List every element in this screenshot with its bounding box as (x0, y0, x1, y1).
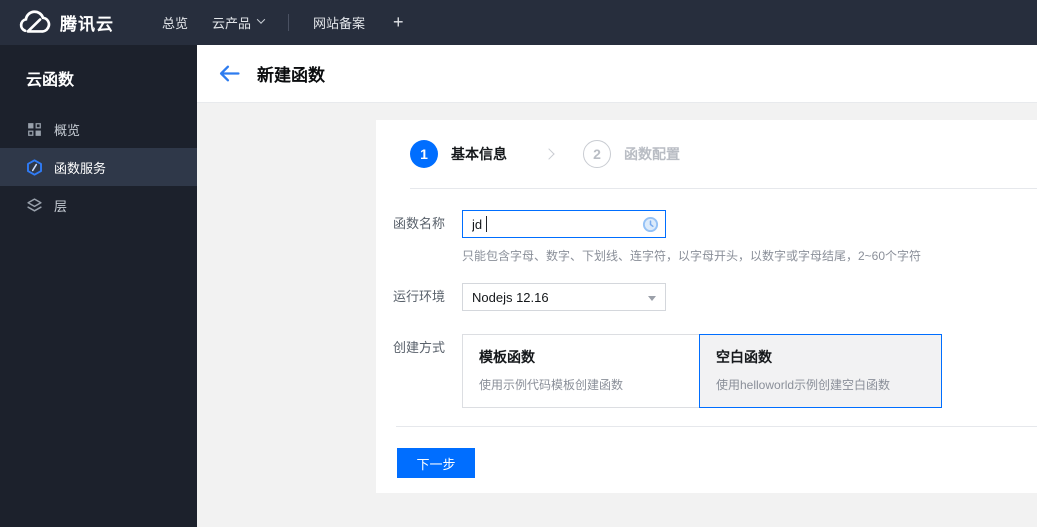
option-title: 模板函数 (479, 349, 535, 365)
topbar: 腾讯云 总览 云产品 网站备案 + (0, 0, 1037, 45)
step-1-label: 基本信息 (451, 146, 507, 162)
add-nav-tab-button[interactable]: + (393, 12, 404, 33)
runtime-label: 运行环境 (393, 289, 446, 304)
top-navigation: 总览 云产品 网站备案 + (150, 12, 404, 33)
creation-method-options: 模板函数 使用示例代码模板创建函数 空白函数 使用helloworld示例创建空… (462, 334, 942, 408)
create-function-card: 1 基本信息 2 函数配置 函数名称 jd 只能包含字母、数字、下划线、连字符，… (376, 120, 1037, 493)
next-step-button[interactable]: 下一步 (397, 448, 475, 478)
step-2-circle: 2 (583, 140, 611, 168)
sidebar-item-label: 函数服务 (54, 160, 107, 176)
chevron-right-icon (543, 148, 555, 160)
nav-overview[interactable]: 总览 (150, 13, 200, 32)
function-name-input-box (462, 210, 666, 238)
nav-divider (288, 14, 290, 31)
arrow-left-icon (219, 65, 240, 82)
layers-icon (27, 197, 42, 212)
function-name-help-text: 只能包含字母、数字、下划线、连字符，以字母开头，以数字或字母结尾，2~60个字符 (462, 249, 922, 263)
step-1-circle: 1 (410, 140, 438, 168)
tencent-cloud-icon (19, 9, 51, 33)
step-function-config: 2 函数配置 (583, 140, 680, 168)
step-2-label: 函数配置 (624, 146, 680, 162)
scf-hexagon-icon (27, 158, 42, 176)
text-cursor (486, 216, 487, 232)
runtime-selected-value: Nodejs 12.16 (472, 289, 549, 305)
back-button[interactable] (219, 64, 243, 84)
runtime-select[interactable]: Nodejs 12.16 (462, 283, 666, 311)
tencent-cloud-logo[interactable]: 腾讯云 (17, 9, 114, 36)
sidebar-item-layers[interactable]: 层 (0, 186, 197, 224)
option-blank-function[interactable]: 空白函数 使用helloworld示例创建空白函数 (699, 334, 942, 408)
sidebar-item-label: 层 (54, 198, 68, 214)
function-name-input[interactable] (463, 211, 633, 237)
chevron-down-icon (256, 15, 266, 24)
sidebar-title: 云函数 (26, 72, 75, 89)
content-area: 1 基本信息 2 函数配置 函数名称 jd 只能包含字母、数字、下划线、连字符，… (197, 103, 1037, 527)
sidebar-item-label: 概览 (54, 122, 81, 138)
step-basic-info: 1 基本信息 (410, 140, 507, 168)
function-name-label: 函数名称 (393, 216, 446, 231)
nav-cloud-products[interactable]: 云产品 (200, 13, 276, 32)
option-description: 使用示例代码模板创建函数 (479, 378, 624, 392)
page-header: 新建函数 (197, 45, 1037, 103)
step-indicator: 1 基本信息 2 函数配置 (376, 120, 1037, 188)
clock-validating-icon (642, 216, 659, 233)
logo-text: 腾讯云 (60, 15, 114, 34)
triangle-down-icon (648, 296, 656, 301)
page-title: 新建函数 (257, 66, 325, 85)
nav-website-beian[interactable]: 网站备案 (301, 13, 377, 32)
sidebar: 云函数 概览 函数服务 层 (0, 45, 197, 527)
option-title: 空白函数 (716, 349, 772, 365)
grid-icon (28, 122, 41, 136)
option-description: 使用helloworld示例创建空白函数 (716, 378, 891, 392)
option-template-function[interactable]: 模板函数 使用示例代码模板创建函数 (462, 334, 700, 408)
nav-cloud-products-label: 云产品 (212, 16, 252, 31)
footer-divider (396, 426, 1037, 427)
creation-method-label: 创建方式 (393, 340, 446, 355)
steps-divider (410, 188, 1037, 189)
sidebar-item-overview[interactable]: 概览 (0, 110, 197, 148)
console-window: 腾讯云 总览 云产品 网站备案 + 云函数 概览 函数服务 层 新建函数 1 基… (0, 0, 1037, 527)
sidebar-item-function-service[interactable]: 函数服务 (0, 148, 197, 186)
